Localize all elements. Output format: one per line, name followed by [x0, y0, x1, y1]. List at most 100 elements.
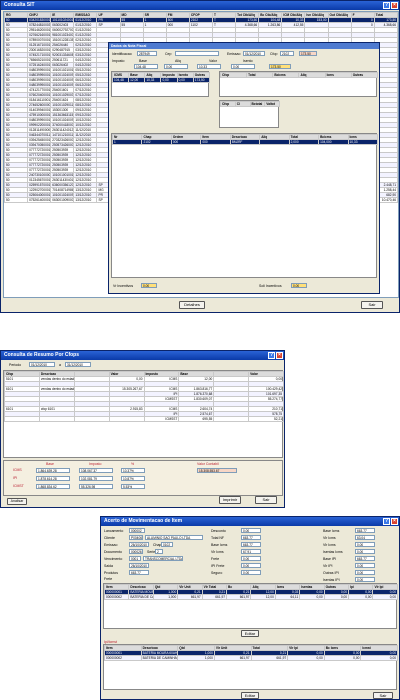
summary-field[interactable]: 0,00: [241, 556, 261, 561]
summary-pct-field[interactable]: 10,37%: [121, 468, 145, 473]
summary-label: Base Icms: [211, 543, 228, 547]
editar-button-2[interactable]: Editar: [241, 692, 259, 699]
summary-label: Vlr Icms: [211, 550, 224, 554]
table-cell: 02599157000196: [27, 182, 52, 188]
tax-field[interactable]: 0,00: [355, 542, 375, 547]
table-cell: 636000356120: [50, 182, 75, 188]
icms-base-field[interactable]: 104,48: [134, 64, 158, 69]
column-header[interactable]: Cfop: [220, 101, 236, 107]
ident-field[interactable]: 287949: [137, 51, 157, 56]
summary-pct-field[interactable]: 5,53%: [121, 484, 145, 489]
tax-field[interactable]: 663,77: [355, 556, 375, 561]
summary-base-field[interactable]: 1.868,834,62: [36, 484, 70, 489]
summary-base-field[interactable]: 1.864,639,28: [36, 468, 70, 473]
emissao-label: Emissao: [104, 543, 118, 547]
produtos-field[interactable]: 663,77: [129, 570, 149, 575]
vencimento-code-field[interactable]: 0001: [129, 556, 141, 561]
summary-field[interactable]: 0,00: [241, 563, 261, 568]
table-cell: 250573426000: [50, 142, 75, 148]
column-header[interactable]: Imposto: [160, 72, 178, 78]
summary-pct-field[interactable]: 10,87%: [121, 476, 145, 481]
close-icon[interactable]: ×: [391, 518, 398, 525]
sair-button[interactable]: Sair: [255, 496, 277, 504]
tax-field[interactable]: 663,77: [355, 528, 375, 533]
sair-button[interactable]: Sair: [373, 692, 393, 699]
close-icon[interactable]: ×: [391, 2, 398, 9]
periodo-to-field[interactable]: 31/12/2010: [65, 362, 91, 367]
column-header[interactable]: Bcicms: [272, 72, 300, 78]
table-cell: 12,00: [128, 77, 146, 83]
tax-field[interactable]: 0,00: [355, 570, 375, 575]
summary-field[interactable]: 0,00: [241, 570, 261, 575]
serie-field[interactable]: 2: [155, 549, 163, 554]
table-cell: 07526140000101: [27, 197, 52, 203]
valor-contabil-field[interactable]: 15.308.553,67: [197, 468, 237, 473]
imprimir-button[interactable]: Imprimir: [219, 496, 241, 504]
editar-button[interactable]: Editar: [241, 630, 259, 637]
table-cell: 10,33: [144, 77, 162, 83]
details-button[interactable]: Detalhes: [179, 301, 205, 309]
table-cell: 101001024009: [50, 72, 75, 78]
summary-field[interactable]: 0,00: [241, 528, 261, 533]
emissao-field[interactable]: 01/12/2010: [243, 51, 265, 56]
column-header[interactable]: Cl: [234, 101, 251, 107]
table-row[interactable]: 000000002BATERIA DE CAMINHAO COMPOSTO1,0…: [103, 594, 398, 600]
summary-imposto-field[interactable]: 102.081,79: [79, 476, 113, 481]
tax-field[interactable]: 0,00: [355, 549, 375, 554]
column-header[interactable]: ICM Ctb/Aliq: [281, 12, 306, 18]
tax-field[interactable]: 0,00: [355, 577, 375, 582]
table-cell: 060002792700: [50, 27, 75, 33]
summary-field[interactable]: 663,77: [241, 542, 261, 547]
acerto-title-bar: Acerto de Movimentacao de Item ? ×: [101, 517, 399, 526]
lancamento-field[interactable]: 000002: [129, 528, 145, 533]
analisar-button[interactable]: Analisar: [7, 498, 27, 505]
summary-field[interactable]: 67,91: [241, 549, 261, 554]
icms-aliq-field[interactable]: 0,00: [164, 64, 188, 69]
chap-field[interactable]: 0102: [161, 542, 173, 547]
table-cell: 07602040000140: [27, 92, 52, 98]
table-row[interactable]: 1 2102 000 000 BMJRF 2,000 104,000 10,33: [111, 139, 378, 145]
vr-incentivos-field[interactable]: 0,00: [141, 283, 157, 288]
documento-field[interactable]: 000026: [129, 549, 143, 554]
tot-field[interactable]: 173,50: [299, 51, 317, 56]
column-header[interactable]: Cfop: [219, 72, 248, 78]
summary-label: IPI Frete: [211, 564, 225, 568]
cliente-code-field[interactable]: P00406: [129, 535, 143, 540]
tax-label: Base Icms: [323, 529, 340, 533]
table-cell: 12290270000199: [27, 187, 52, 193]
summary-base-field[interactable]: 1.878,614,28: [36, 476, 70, 481]
column-header[interactable]: Out Ctb/Aliq: [327, 12, 352, 18]
vencimento-name-field[interactable]: TRANSCOMERCIAL LTDA: [143, 556, 183, 561]
summary-imposto-field[interactable]: 55.326,98: [79, 484, 113, 489]
help-icon[interactable]: ?: [383, 518, 390, 525]
periodo-from-field[interactable]: 01/12/2010: [29, 362, 55, 367]
tax-field[interactable]: 63,04: [355, 535, 375, 540]
icms-valor-field[interactable]: 10,33: [197, 64, 221, 69]
column-header[interactable]: Icms: [324, 72, 352, 78]
table-cell: 0,00: [323, 655, 362, 661]
help-icon[interactable]: ?: [268, 352, 275, 359]
table-row[interactable]: 000000002BATERIA DE CAMINHAO COMPOSTO1,0…: [104, 655, 398, 661]
cliente-name-field[interactable]: ALUMINIO SAO PAULO LTDA: [145, 535, 203, 540]
exit-button[interactable]: Sair: [361, 301, 383, 309]
column-header[interactable]: Total: [246, 72, 274, 78]
help-icon[interactable]: ?: [383, 2, 390, 9]
column-header[interactable]: Outras: [350, 72, 379, 78]
soli-incentivos-field[interactable]: 0,00: [291, 283, 307, 288]
icms-outras-field[interactable]: 173,50: [269, 64, 291, 69]
table-cell: 101001029003: [50, 92, 75, 98]
icms-isento-field[interactable]: 0,00: [231, 64, 255, 69]
summary-imposto-field[interactable]: 108.067,37: [79, 468, 113, 473]
cep-field[interactable]: [175, 51, 219, 56]
summary-field[interactable]: 663,77: [241, 535, 261, 540]
column-header[interactable]: Aliq: [298, 72, 326, 78]
emissao-field[interactable]: 26/10/2010: [129, 542, 149, 547]
table-row[interactable]: 104,48 12,00 10,33 0,00 0,00 173,50: [111, 77, 211, 83]
cfop-field[interactable]: 2102: [280, 51, 294, 56]
table-row[interactable]: ICMSST 695,55 52,21: [4, 416, 284, 422]
column-header[interactable]: Valtot: [264, 101, 280, 107]
column-header[interactable]: Bctotal: [249, 101, 266, 107]
tax-field[interactable]: 0,00: [355, 563, 375, 568]
saida-field[interactable]: 26/10/2010: [129, 563, 149, 568]
close-icon[interactable]: ×: [276, 352, 283, 359]
